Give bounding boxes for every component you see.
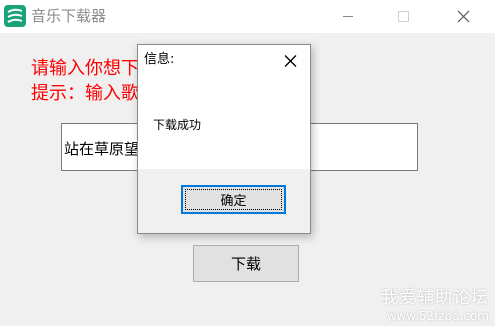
watermark-url: www.52fzba.com [386, 309, 489, 323]
window-title: 音乐下载器 [31, 7, 107, 25]
watermark: 我爱辅助论坛 www.52fzba.com [381, 287, 489, 324]
dialog-close-button[interactable] [276, 49, 306, 73]
music-download-app-icon [4, 5, 26, 27]
dialog-title: 信息: [144, 52, 175, 67]
app-window: 音乐下载器 请输入你想下载的歌曲 提示：输入歌曲名 站在草原望北京 下载 我爱辅… [0, 0, 495, 326]
maximize-button[interactable] [380, 0, 426, 33]
minimize-button[interactable] [325, 0, 371, 33]
message-dialog: 信息: 下载成功 确定 [137, 44, 311, 234]
download-button[interactable]: 下载 [193, 245, 299, 282]
maximize-icon [398, 11, 409, 22]
focus-rectangle [185, 189, 282, 210]
title-bar[interactable]: 音乐下载器 [0, 0, 495, 33]
dialog-message: 下载成功 [153, 118, 202, 132]
minimize-icon [343, 16, 353, 17]
close-icon [284, 55, 297, 67]
ok-button[interactable]: 确定 [181, 185, 286, 214]
dialog-footer: 确定 [138, 169, 310, 233]
close-button[interactable] [440, 0, 486, 33]
close-icon [457, 10, 470, 23]
watermark-title: 我爱辅助论坛 [381, 288, 489, 308]
